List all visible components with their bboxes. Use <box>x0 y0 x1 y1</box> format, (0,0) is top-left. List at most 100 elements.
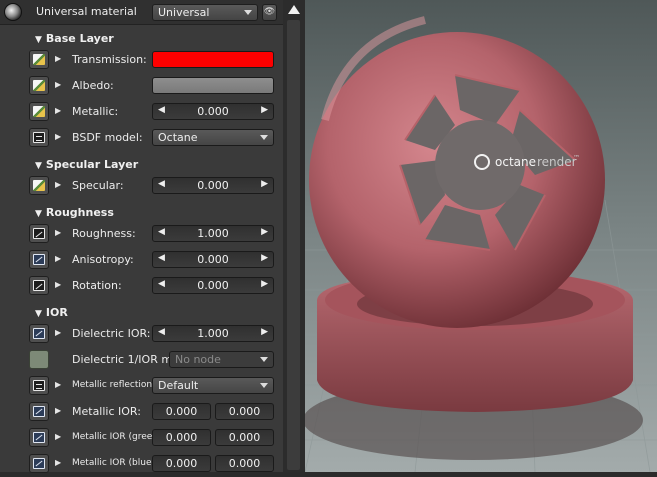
rotation-slider[interactable]: ◀ 0.000 ▶ <box>152 277 274 294</box>
scroll-up-arrow-icon[interactable] <box>288 5 300 14</box>
metallic-ior-green-field-1[interactable]: 0.000 <box>152 429 211 446</box>
metallic-ior-blue-field-2[interactable]: 0.000 <box>215 455 274 472</box>
increment-arrow-icon[interactable]: ▶ <box>261 105 268 115</box>
float-pin-icon[interactable] <box>29 224 49 243</box>
material-title: Universal material <box>36 5 137 18</box>
bsdf-model-dropdown[interactable]: Octane <box>152 129 274 146</box>
expand-arrow-icon[interactable]: ▶ <box>55 328 61 337</box>
transmission-label: Transmission: <box>72 53 147 66</box>
empty-pin-icon[interactable] <box>29 350 49 369</box>
float-pin-icon[interactable] <box>29 454 49 473</box>
dielectric-ior-map-dropdown[interactable]: No node <box>169 351 274 368</box>
expand-arrow-icon[interactable]: ▶ <box>55 458 61 467</box>
param-row-metallic-reflection-mode: ▶ Metallic reflection m... Default <box>0 373 283 399</box>
bsdf-model-value: Octane <box>158 131 198 144</box>
expand-arrow-icon[interactable]: ▶ <box>55 80 61 89</box>
expand-arrow-icon[interactable]: ▶ <box>55 280 61 289</box>
section-base-layer[interactable]: ▼ Base Layer <box>35 32 114 45</box>
panel-scrollbar[interactable] <box>283 0 305 472</box>
param-row-albedo: ▶ Albedo: <box>0 73 283 99</box>
bsdf-model-label: BSDF model: <box>72 131 143 144</box>
expand-arrow-icon[interactable]: ▶ <box>55 406 61 415</box>
expand-arrow-icon[interactable]: ▶ <box>55 432 61 441</box>
metallic-reflection-mode-dropdown[interactable]: Default <box>152 377 274 394</box>
chevron-down-icon <box>260 383 268 388</box>
rotation-label: Rotation: <box>72 279 122 292</box>
param-row-specular: ▶ Specular: ◀ 0.000 ▶ <box>0 173 283 199</box>
increment-arrow-icon[interactable]: ▶ <box>261 253 268 263</box>
param-row-metallic-ior-blue: ▶ Metallic IOR (blue): 0.000 0.000 <box>0 451 283 477</box>
chevron-down-icon <box>260 135 268 140</box>
float-pin-icon[interactable] <box>29 402 49 421</box>
anisotropy-slider[interactable]: ◀ 0.000 ▶ <box>152 251 274 268</box>
anisotropy-label: Anisotropy: <box>72 253 134 266</box>
watermark-render: render <box>537 155 577 169</box>
material-header: Universal material Universal 👁 <box>0 0 283 25</box>
render-preview: octane render ™ <box>305 0 657 472</box>
metallic-ior-label: Metallic IOR: <box>72 405 141 418</box>
texture-pin-icon[interactable] <box>29 176 49 195</box>
expand-arrow-icon[interactable]: ▶ <box>55 132 61 141</box>
section-ior[interactable]: ▼ IOR <box>35 306 68 319</box>
anisotropy-value: 0.000 <box>197 253 229 266</box>
specular-value: 0.000 <box>197 179 229 192</box>
float-pin-icon[interactable] <box>29 276 49 295</box>
float-pin-icon[interactable] <box>29 250 49 269</box>
collapse-triangle-icon: ▼ <box>35 161 42 171</box>
metallic-ior-green-label: Metallic IOR (green): <box>72 432 165 442</box>
texture-pin-icon[interactable] <box>29 102 49 121</box>
section-roughness-label: Roughness <box>45 206 114 219</box>
roughness-value: 1.000 <box>197 227 229 240</box>
albedo-color-swatch[interactable] <box>152 77 274 94</box>
dielectric-ior-value: 1.000 <box>197 327 229 340</box>
expand-arrow-icon[interactable]: ▶ <box>55 228 61 237</box>
increment-arrow-icon[interactable]: ▶ <box>261 279 268 289</box>
material-type-dropdown[interactable]: Universal <box>152 4 258 21</box>
render-viewport[interactable]: octane render ™ <box>305 0 657 472</box>
transmission-color-swatch[interactable] <box>152 51 274 68</box>
param-row-dielectric-ior-map: Dielectric 1/IOR map No node <box>0 347 283 373</box>
increment-arrow-icon[interactable]: ▶ <box>261 227 268 237</box>
metallic-ior-blue-field-1[interactable]: 0.000 <box>152 455 211 472</box>
texture-pin-icon[interactable] <box>29 76 49 95</box>
rotation-value: 0.000 <box>197 279 229 292</box>
expand-arrow-icon[interactable]: ▶ <box>55 254 61 263</box>
metallic-ior-field-1[interactable]: 0.000 <box>152 403 211 420</box>
eye-icon[interactable]: 👁 <box>262 4 277 21</box>
collapse-triangle-icon: ▼ <box>35 35 42 45</box>
scrollbar-track[interactable] <box>287 20 300 470</box>
roughness-label: Roughness: <box>72 227 136 240</box>
watermark-octane: octane <box>495 155 536 169</box>
increment-arrow-icon[interactable]: ▶ <box>261 327 268 337</box>
enum-pin-icon[interactable] <box>29 376 49 395</box>
metallic-slider[interactable]: ◀ 0.000 ▶ <box>152 103 274 120</box>
roughness-slider[interactable]: ◀ 1.000 ▶ <box>152 225 274 242</box>
section-specular-layer[interactable]: ▼ Specular Layer <box>35 158 138 171</box>
specular-slider[interactable]: ◀ 0.000 ▶ <box>152 177 274 194</box>
metallic-ior-field-2[interactable]: 0.000 <box>215 403 274 420</box>
expand-arrow-icon[interactable]: ▶ <box>55 106 61 115</box>
dielectric-ior-label: Dielectric IOR: <box>72 327 151 340</box>
param-row-metallic: ▶ Metallic: ◀ 0.000 ▶ <box>0 99 283 125</box>
material-editor-panel: Universal material Universal 👁 ▼ Base Lay… <box>0 0 283 473</box>
float-pin-icon[interactable] <box>29 428 49 447</box>
param-row-metallic-ior: ▶ Metallic IOR: 0.000 0.000 <box>0 399 283 425</box>
texture-pin-icon[interactable] <box>29 50 49 69</box>
metallic-ior-green-field-2[interactable]: 0.000 <box>215 429 274 446</box>
chevron-down-icon <box>260 357 268 362</box>
watermark-tm: ™ <box>573 154 580 162</box>
enum-pin-icon[interactable] <box>29 128 49 147</box>
expand-arrow-icon[interactable]: ▶ <box>55 54 61 63</box>
expand-arrow-icon[interactable]: ▶ <box>55 380 61 389</box>
expand-arrow-icon[interactable]: ▶ <box>55 180 61 189</box>
specular-label: Specular: <box>72 179 124 192</box>
material-type-value: Universal <box>158 6 210 19</box>
dielectric-ior-slider[interactable]: ◀ 1.000 ▶ <box>152 325 274 342</box>
increment-arrow-icon[interactable]: ▶ <box>261 179 268 189</box>
metallic-ior-blue-label: Metallic IOR (blue): <box>72 458 159 468</box>
metallic-label: Metallic: <box>72 105 119 118</box>
section-roughness[interactable]: ▼ Roughness <box>35 206 114 219</box>
dielectric-ior-map-value: No node <box>175 353 221 366</box>
float-pin-icon[interactable] <box>29 324 49 343</box>
material-sphere-icon[interactable] <box>4 3 22 21</box>
